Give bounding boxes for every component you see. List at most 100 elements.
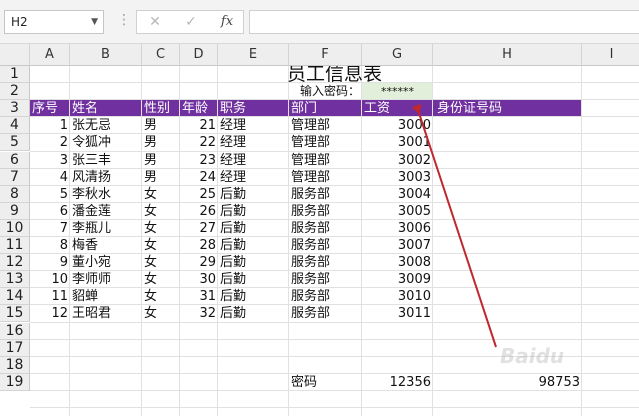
record-no[interactable]: 7 xyxy=(30,220,70,237)
record-no[interactable]: 5 xyxy=(30,186,70,203)
record-no[interactable]: 10 xyxy=(30,271,70,288)
record-age[interactable]: 27 xyxy=(180,220,218,237)
record-age[interactable]: 24 xyxy=(180,169,218,186)
record-age[interactable]: 21 xyxy=(180,117,218,134)
record-dept[interactable]: 服务部 xyxy=(289,288,362,305)
record-salary[interactable]: 3009 xyxy=(362,271,433,288)
row-header-2[interactable]: 2 xyxy=(0,83,30,101)
header-cell-g[interactable]: 工资 xyxy=(362,100,433,117)
record-name[interactable]: 李师师 xyxy=(70,271,142,288)
record-title[interactable]: 后勤 xyxy=(218,271,289,288)
record-gender[interactable]: 女 xyxy=(142,237,180,254)
column-header-a[interactable]: A xyxy=(30,44,70,66)
record-age[interactable]: 26 xyxy=(180,203,218,220)
record-dept[interactable]: 管理部 xyxy=(289,152,362,169)
record-gender[interactable]: 女 xyxy=(142,288,180,305)
header-cell-a[interactable]: 序号 xyxy=(30,100,70,117)
record-title[interactable]: 后勤 xyxy=(218,305,289,322)
record-name[interactable]: 李瓶儿 xyxy=(70,220,142,237)
record-no[interactable]: 12 xyxy=(30,305,70,322)
record-no[interactable]: 2 xyxy=(30,134,70,151)
record-name[interactable]: 张三丰 xyxy=(70,152,142,169)
record-dept[interactable]: 服务部 xyxy=(289,305,362,322)
record-title[interactable]: 后勤 xyxy=(218,203,289,220)
record-dept[interactable]: 服务部 xyxy=(289,203,362,220)
confirm-icon[interactable]: ✓ xyxy=(173,11,209,33)
header-cell-e[interactable]: 职务 xyxy=(218,100,289,117)
record-salary[interactable]: 3005 xyxy=(362,203,433,220)
record-dept[interactable]: 管理部 xyxy=(289,169,362,186)
row-header-10[interactable]: 10 xyxy=(0,219,30,237)
row-header-7[interactable]: 7 xyxy=(0,168,30,186)
row-header-3[interactable]: 3 xyxy=(0,100,30,118)
record-name[interactable]: 王昭君 xyxy=(70,305,142,322)
row-header-6[interactable]: 6 xyxy=(0,151,30,169)
row-header-5[interactable]: 5 xyxy=(0,134,30,152)
record-gender[interactable]: 女 xyxy=(142,203,180,220)
record-dept[interactable]: 管理部 xyxy=(289,117,362,134)
record-age[interactable]: 23 xyxy=(180,152,218,169)
record-name[interactable]: 貂蝉 xyxy=(70,288,142,305)
column-header-e[interactable]: E xyxy=(218,44,289,66)
record-title[interactable]: 经理 xyxy=(218,134,289,151)
record-salary[interactable]: 3004 xyxy=(362,186,433,203)
record-dept[interactable]: 服务部 xyxy=(289,254,362,271)
record-no[interactable]: 9 xyxy=(30,254,70,271)
record-no[interactable]: 3 xyxy=(30,152,70,169)
record-gender[interactable]: 男 xyxy=(142,169,180,186)
column-header-g[interactable]: G xyxy=(362,44,433,66)
insert-function-icon[interactable]: fx xyxy=(209,11,245,33)
header-cell-d[interactable]: 年龄 xyxy=(180,100,218,117)
row-header-17[interactable]: 17 xyxy=(0,339,30,357)
record-gender[interactable]: 女 xyxy=(142,220,180,237)
record-gender[interactable]: 女 xyxy=(142,305,180,322)
column-header-c[interactable]: C xyxy=(142,44,180,66)
record-age[interactable]: 29 xyxy=(180,254,218,271)
record-title[interactable]: 后勤 xyxy=(218,254,289,271)
row-header-1[interactable]: 1 xyxy=(0,66,30,84)
record-salary[interactable]: 3006 xyxy=(362,220,433,237)
password-value[interactable]: ****** xyxy=(362,83,433,100)
record-title[interactable]: 经理 xyxy=(218,117,289,134)
password-label[interactable]: 输入密码： xyxy=(289,83,362,100)
record-salary[interactable]: 3011 xyxy=(362,305,433,322)
record-salary[interactable]: 3010 xyxy=(362,288,433,305)
record-dept[interactable]: 服务部 xyxy=(289,271,362,288)
row-header-11[interactable]: 11 xyxy=(0,237,30,255)
record-age[interactable]: 32 xyxy=(180,305,218,322)
record-age[interactable]: 22 xyxy=(180,134,218,151)
record-dept[interactable]: 管理部 xyxy=(289,134,362,151)
record-name[interactable]: 李秋水 xyxy=(70,186,142,203)
row-header-14[interactable]: 14 xyxy=(0,288,30,306)
column-header-d[interactable]: D xyxy=(180,44,218,66)
record-name[interactable]: 张无忌 xyxy=(70,117,142,134)
record-gender[interactable]: 女 xyxy=(142,271,180,288)
record-gender[interactable]: 男 xyxy=(142,117,180,134)
record-title[interactable]: 后勤 xyxy=(218,186,289,203)
sheet-title[interactable]: 员工信息表 xyxy=(30,66,639,83)
record-title[interactable]: 经理 xyxy=(218,152,289,169)
row-header-15[interactable]: 15 xyxy=(0,305,30,323)
row-header-12[interactable]: 12 xyxy=(0,254,30,272)
row-header-9[interactable]: 9 xyxy=(0,202,30,220)
footer-value2[interactable]: 98753 xyxy=(433,374,582,391)
row-header-19[interactable]: 19 xyxy=(0,373,30,391)
formula-input[interactable] xyxy=(249,10,639,34)
record-gender[interactable]: 女 xyxy=(142,186,180,203)
record-title[interactable]: 经理 xyxy=(218,169,289,186)
row-header-8[interactable]: 8 xyxy=(0,185,30,203)
record-age[interactable]: 25 xyxy=(180,186,218,203)
row-header-18[interactable]: 18 xyxy=(0,356,30,374)
record-age[interactable]: 31 xyxy=(180,288,218,305)
record-salary[interactable]: 3007 xyxy=(362,237,433,254)
record-gender[interactable]: 男 xyxy=(142,152,180,169)
record-salary[interactable]: 3001 xyxy=(362,134,433,151)
record-dept[interactable]: 服务部 xyxy=(289,186,362,203)
header-cell-f[interactable]: 部门 xyxy=(289,100,362,117)
more-options-icon[interactable]: ⋮ xyxy=(117,12,131,28)
column-header-h[interactable]: H xyxy=(433,44,582,66)
record-salary[interactable]: 3008 xyxy=(362,254,433,271)
record-title[interactable]: 后勤 xyxy=(218,220,289,237)
record-gender[interactable]: 男 xyxy=(142,134,180,151)
record-dept[interactable]: 服务部 xyxy=(289,220,362,237)
